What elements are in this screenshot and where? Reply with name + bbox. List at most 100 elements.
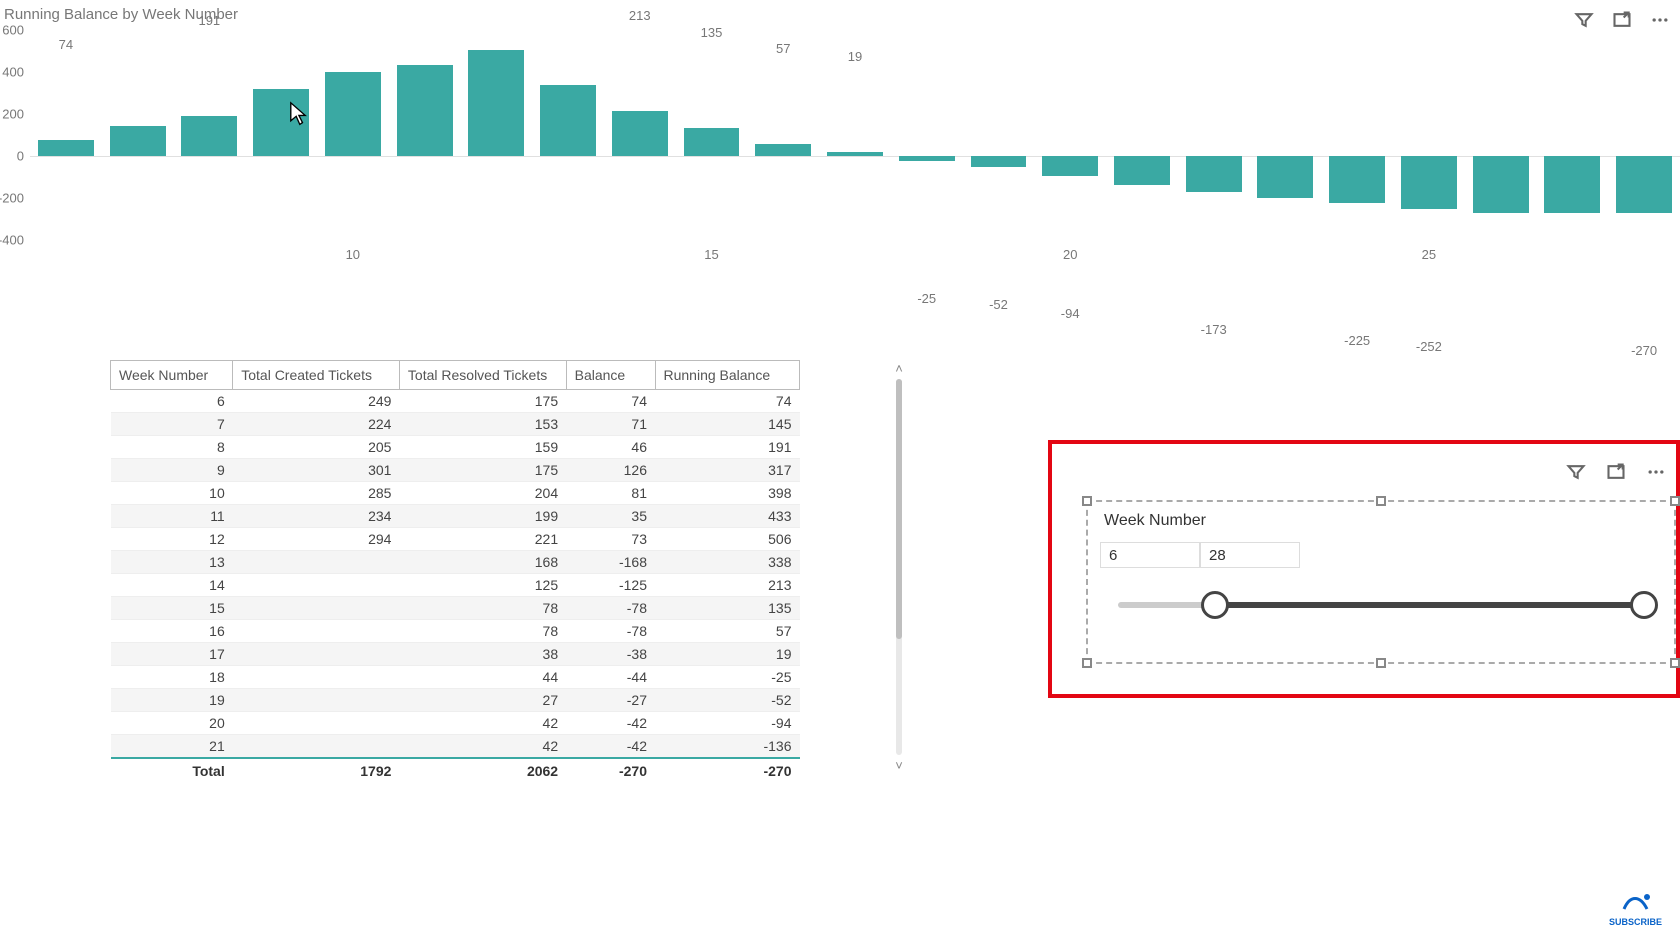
slider-rail[interactable] (1118, 602, 1644, 608)
bar-week-10[interactable] (325, 72, 381, 156)
column-header[interactable]: Week Number (111, 361, 233, 390)
bar-week-11[interactable]: 433 (397, 65, 453, 156)
resize-handle[interactable] (1376, 658, 1386, 668)
cell: 74 (655, 390, 800, 413)
scroll-up-icon[interactable]: ˄ (895, 362, 903, 375)
bar-week-6[interactable]: 74 (38, 140, 94, 156)
cell: 338 (655, 551, 800, 574)
cell: 81 (566, 482, 655, 505)
cell: -94 (655, 712, 800, 735)
total-cell: 2062 (399, 758, 566, 783)
column-header[interactable]: Running Balance (655, 361, 800, 390)
cell: -42 (566, 712, 655, 735)
cell: 44 (399, 666, 566, 689)
bar-label: 57 (776, 41, 790, 56)
table-row[interactable]: 1229422173506 (111, 528, 800, 551)
cell: 506 (655, 528, 800, 551)
cell: 234 (233, 505, 400, 528)
table-row[interactable]: 14125-125213 (111, 574, 800, 597)
column-header[interactable]: Total Created Tickets (233, 361, 400, 390)
cell: 11 (111, 505, 233, 528)
cell (233, 666, 400, 689)
filter-icon[interactable] (1566, 462, 1586, 482)
filter-icon[interactable] (1574, 10, 1594, 30)
table-row[interactable]: 13168-168338 (111, 551, 800, 574)
cell: 205 (233, 436, 400, 459)
table-row[interactable]: 2042-42-94 (111, 712, 800, 735)
subscribe-brand[interactable]: SUBSCRIBE (1609, 890, 1662, 927)
table-row[interactable]: 820515946191 (111, 436, 800, 459)
cell: 78 (399, 620, 566, 643)
bar-week-18[interactable]: -25 (899, 156, 955, 161)
running-balance-bar-chart[interactable]: Running Balance by Week Number -400-2000… (0, 0, 1680, 270)
bar-week-19[interactable]: -52 (971, 156, 1027, 167)
bar-week-23[interactable] (1257, 156, 1313, 198)
more-options-icon[interactable] (1650, 10, 1670, 30)
table-row[interactable]: 1927-27-52 (111, 689, 800, 712)
slider-handle-max[interactable] (1630, 591, 1658, 619)
bar-week-16[interactable]: 57 (755, 144, 811, 156)
table-row[interactable]: 1578-78135 (111, 597, 800, 620)
bar-week-17[interactable]: 19 (827, 152, 883, 156)
cell: 204 (399, 482, 566, 505)
bar-week-28[interactable]: -270 (1616, 156, 1672, 213)
focus-mode-icon[interactable] (1606, 462, 1626, 482)
total-cell: -270 (566, 758, 655, 783)
slicer-min-input[interactable] (1100, 542, 1200, 568)
table-row[interactable]: 722415371145 (111, 413, 800, 436)
more-options-icon[interactable] (1646, 462, 1666, 482)
bars-area[interactable]: 74 191 317 433 506 338 213 135 57 19 -25 -52 -94 -173… (30, 30, 1680, 240)
table-scrollbar[interactable]: ˄ ˅ (892, 362, 906, 772)
bar-label: -52 (989, 297, 1008, 312)
table-row[interactable]: 1028520481398 (111, 482, 800, 505)
bar-week-9[interactable]: 317 (253, 89, 309, 156)
resize-handle[interactable] (1670, 658, 1680, 668)
slicer-title: Week Number (1104, 512, 1206, 530)
cell: 249 (233, 390, 400, 413)
table-row[interactable]: 1844-44-25 (111, 666, 800, 689)
cell: 42 (399, 735, 566, 759)
resize-handle[interactable] (1082, 658, 1092, 668)
resize-handle[interactable] (1082, 496, 1092, 506)
cell: 153 (399, 413, 566, 436)
bar-week-12[interactable]: 506 (468, 50, 524, 156)
bar-week-14[interactable]: 213 (612, 111, 668, 156)
cell: 16 (111, 620, 233, 643)
bar-week-26[interactable] (1473, 156, 1529, 213)
scroll-down-icon[interactable]: ˅ (895, 759, 903, 772)
cell: 27 (399, 689, 566, 712)
cell: 175 (399, 459, 566, 482)
week-number-slicer[interactable]: Week Number (1086, 500, 1676, 664)
cell: 317 (655, 459, 800, 482)
bar-label: -270 (1631, 343, 1657, 358)
table-row[interactable]: 62491757474 (111, 390, 800, 413)
bar-week-13[interactable]: 338 (540, 85, 596, 156)
cell: -78 (566, 597, 655, 620)
bar-week-24[interactable]: -225 (1329, 156, 1385, 203)
tickets-table[interactable]: Week NumberTotal Created TicketsTotal Re… (110, 360, 810, 783)
bar-week-20[interactable]: -94 (1042, 156, 1098, 176)
bar-week-22[interactable]: -173 (1186, 156, 1242, 192)
cell: 6 (111, 390, 233, 413)
column-header[interactable]: Balance (566, 361, 655, 390)
bar-week-21[interactable] (1114, 156, 1170, 185)
focus-mode-icon[interactable] (1612, 10, 1632, 30)
table-row[interactable]: 2142-42-136 (111, 735, 800, 759)
bar-week-7[interactable] (110, 126, 166, 156)
slicer-max-input[interactable] (1200, 542, 1300, 568)
bar-week-27[interactable] (1544, 156, 1600, 213)
bar-week-25[interactable]: -252 (1401, 156, 1457, 209)
table-row[interactable]: 1678-7857 (111, 620, 800, 643)
table-row[interactable]: 9301175126317 (111, 459, 800, 482)
bar-week-15[interactable]: 135 (684, 128, 740, 156)
table-row[interactable]: 1738-3819 (111, 643, 800, 666)
cell: 294 (233, 528, 400, 551)
resize-handle[interactable] (1670, 496, 1680, 506)
table-row[interactable]: 1123419935433 (111, 505, 800, 528)
bar-week-8[interactable]: 191 (181, 116, 237, 156)
column-header[interactable]: Total Resolved Tickets (399, 361, 566, 390)
cell: 126 (566, 459, 655, 482)
slider-handle-min[interactable] (1201, 591, 1229, 619)
resize-handle[interactable] (1376, 496, 1386, 506)
cell: -27 (566, 689, 655, 712)
